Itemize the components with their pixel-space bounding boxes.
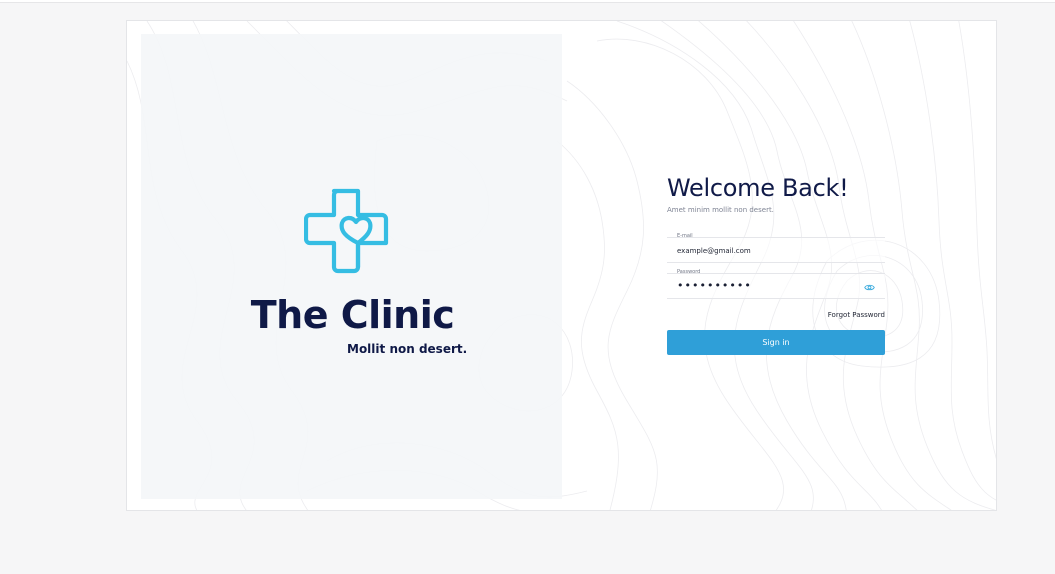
page-title: Welcome Back! — [667, 174, 849, 202]
password-label: Password — [677, 269, 701, 275]
password-input[interactable]: •••••••••• — [677, 280, 752, 292]
eye-icon[interactable] — [864, 283, 875, 292]
login-form: Welcome Back! Amet minim mollit non dese… — [667, 173, 885, 355]
forgot-password-link[interactable]: Forgot Password — [667, 311, 885, 320]
email-input[interactable] — [677, 246, 857, 256]
brand-tagline: Mollit non desert. — [347, 342, 468, 356]
brand-name: The Clinic — [250, 293, 455, 337]
login-card: The Clinic Mollit non desert. Welcome Ba… — [126, 20, 997, 511]
password-field[interactable]: Password •••••••••• — [667, 269, 885, 299]
brand-panel: The Clinic Mollit non desert. — [141, 34, 562, 499]
email-label: E-mail — [677, 233, 693, 239]
sign-in-button[interactable]: Sign in — [667, 330, 885, 355]
medical-cross-heart-icon — [304, 188, 389, 274]
page-subtitle: Amet minim mollit non desert. — [667, 206, 774, 214]
top-border — [0, 0, 1055, 3]
email-field[interactable]: E-mail — [667, 233, 885, 263]
